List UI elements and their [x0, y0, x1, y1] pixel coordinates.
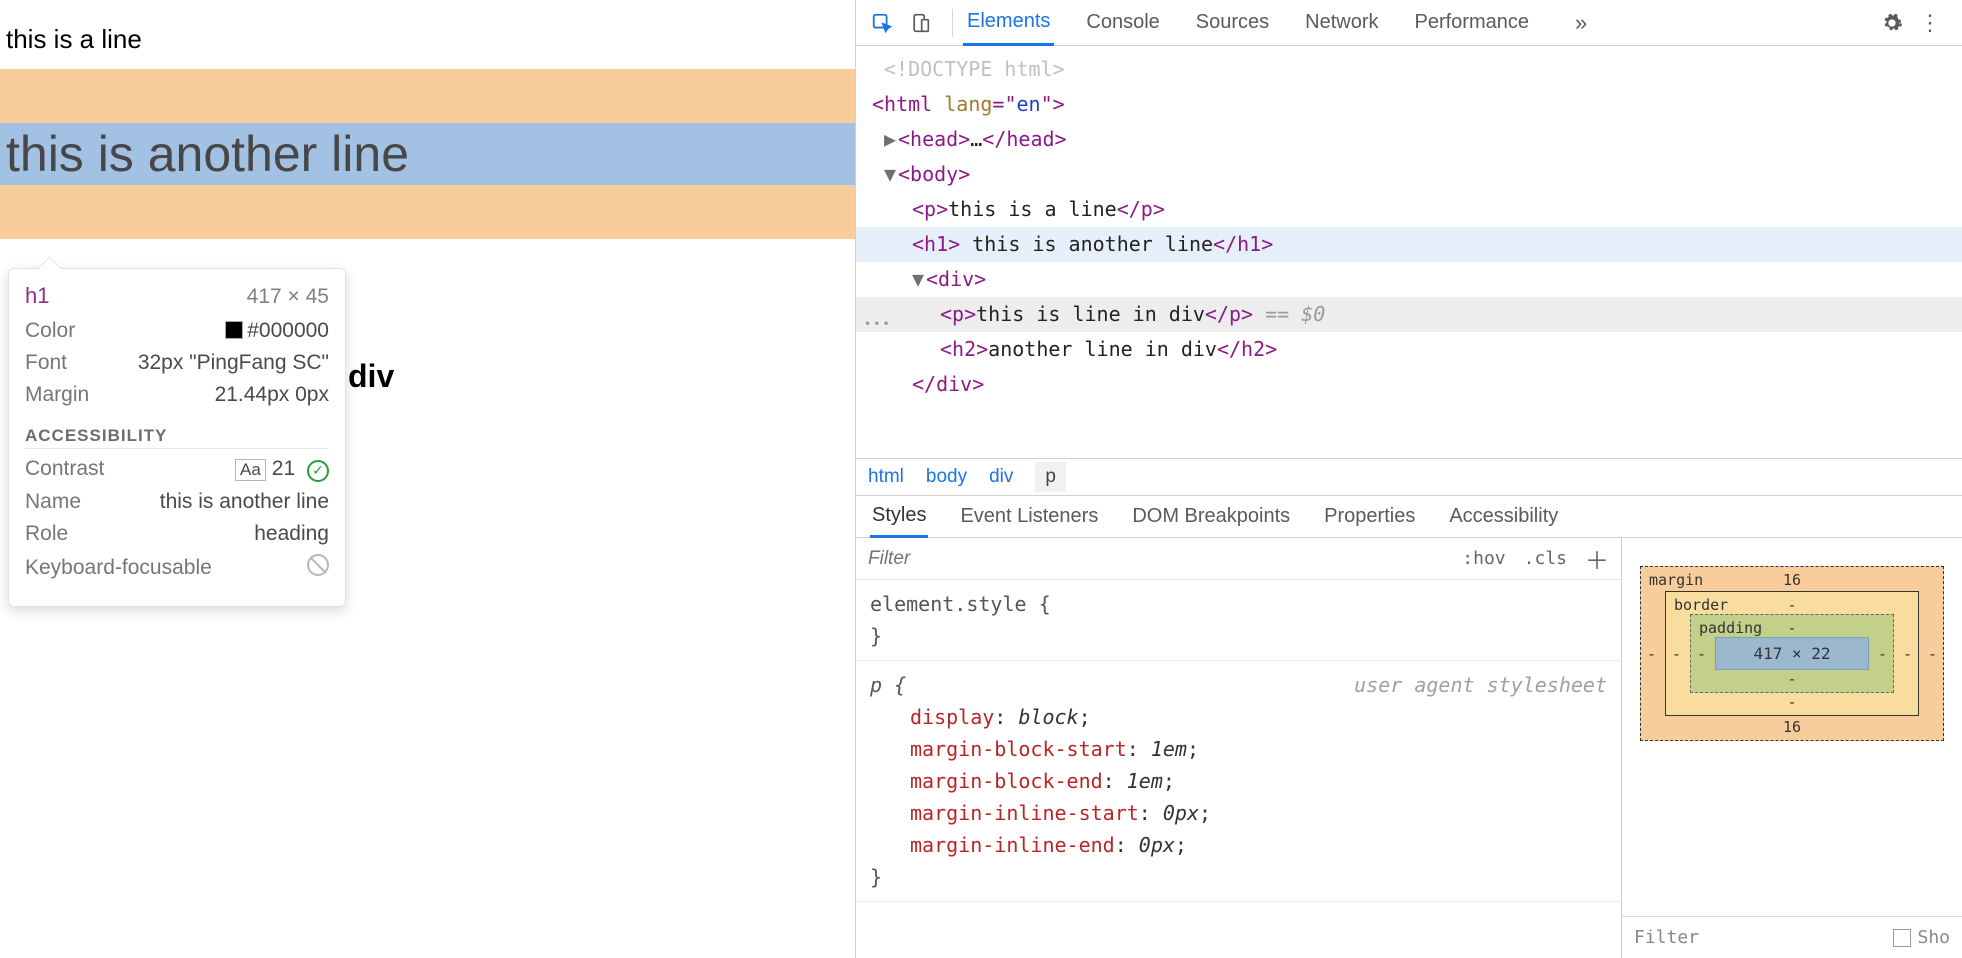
device-toggle-icon[interactable] [904, 7, 936, 39]
element-style-block[interactable]: element.style { } [856, 580, 1621, 661]
a11y-role-label: Role [25, 522, 68, 546]
margin-right-value[interactable]: - [1928, 645, 1937, 663]
box-model-content-size[interactable]: 417 × 22 [1715, 637, 1869, 670]
gear-icon[interactable] [1876, 7, 1908, 39]
paragraph-line-1: this is a line [6, 24, 849, 55]
hov-toggle[interactable]: :hov [1462, 548, 1505, 569]
expand-arrow-icon[interactable]: ▶ [884, 122, 896, 157]
margin-left-value[interactable]: - [1647, 645, 1656, 663]
subtab-dom-breakpoints[interactable]: DOM Breakpoints [1130, 497, 1292, 536]
crumb-body[interactable]: body [926, 466, 967, 488]
cls-toggle[interactable]: .cls [1524, 548, 1567, 569]
crumb-p[interactable]: p [1035, 462, 1066, 492]
tooltip-dimensions: 417 × 45 [247, 285, 329, 309]
elements-tree[interactable]: <!DOCTYPE html> <html lang="en"> ▶<head>… [856, 46, 1962, 458]
tooltip-margin-label: Margin [25, 383, 89, 407]
tabs-overflow-icon[interactable]: » [1575, 10, 1587, 36]
computed-filter-label[interactable]: Filter [1634, 927, 1699, 948]
a11y-kbd-label: Keyboard-focusable [25, 556, 212, 580]
tree-h2-text[interactable]: another line in div [988, 337, 1217, 361]
subtab-event-listeners[interactable]: Event Listeners [958, 497, 1100, 536]
collapse-arrow-icon[interactable]: ▼ [884, 157, 896, 192]
tree-body[interactable]: <body> [898, 162, 970, 186]
tree-doctype[interactable]: <!DOCTYPE html> [884, 57, 1065, 81]
tooltip-a11y-header: ACCESSIBILITY [25, 426, 329, 449]
tooltip-tag-name: h1 [25, 283, 49, 309]
devtools-panel: Elements Console Sources Network Perform… [855, 0, 1962, 958]
new-style-rule-icon[interactable]: ＋ [1585, 541, 1609, 576]
tree-p1-text[interactable]: this is a line [948, 197, 1117, 221]
not-focusable-icon [307, 554, 329, 576]
a11y-name-value: this is another line [160, 490, 329, 514]
subtab-properties[interactable]: Properties [1322, 497, 1417, 536]
box-model-border[interactable]: border - - - - padding - - - - 417 × 22 [1665, 591, 1919, 716]
margin-bottom-value[interactable]: 16 [1783, 718, 1801, 736]
tab-network[interactable]: Network [1301, 1, 1382, 44]
tab-sources[interactable]: Sources [1192, 1, 1273, 44]
subtab-accessibility[interactable]: Accessibility [1447, 497, 1560, 536]
tree-div-close[interactable]: </div> [912, 372, 984, 396]
crumb-html[interactable]: html [868, 466, 904, 488]
tab-elements[interactable]: Elements [963, 0, 1054, 46]
check-icon: ✓ [307, 460, 329, 482]
a11y-role-value: heading [254, 522, 329, 546]
tooltip-color-value: #000000 [225, 319, 329, 343]
subtab-styles[interactable]: Styles [870, 496, 928, 538]
tooltip-font-label: Font [25, 351, 67, 375]
collapse-arrow-icon[interactable]: ▼ [912, 262, 924, 297]
contrast-aa-icon: Aa [235, 459, 266, 481]
styles-panel: :hov .cls ＋ element.style { } user agent… [856, 538, 1622, 958]
inspect-tooltip: h1 417 × 45 Color #000000 Font 32px "Pin… [8, 268, 346, 607]
h2-fragment-behind-tooltip: div [348, 358, 394, 395]
styles-subtabs: Styles Event Listeners DOM Breakpoints P… [856, 496, 1962, 538]
kebab-menu-icon[interactable]: ⋮ [1914, 7, 1946, 39]
show-all-checkbox[interactable] [1893, 929, 1911, 947]
heading-h1: this is another line [6, 125, 849, 183]
box-model-panel: margin 16 16 - - border - - - - padding … [1622, 538, 1962, 958]
box-model-padding[interactable]: padding - - - - 417 × 22 [1690, 614, 1894, 693]
crumb-div[interactable]: div [989, 466, 1013, 488]
inspect-element-icon[interactable] [866, 7, 898, 39]
highlight-margin-overlay: this is another line [0, 69, 855, 239]
tree-selected-p-row[interactable]: <p>this is line in div</p> == $0 [856, 297, 1962, 332]
tooltip-margin-value: 21.44px 0px [215, 383, 329, 407]
highlight-content-overlay: this is another line [0, 123, 855, 185]
rule-origin: user agent stylesheet [1354, 669, 1607, 701]
a11y-contrast-value: Aa21 ✓ [235, 457, 329, 482]
elements-breadcrumb: html body div p [856, 458, 1962, 496]
tree-div[interactable]: <div> [926, 267, 986, 291]
margin-top-value[interactable]: 16 [1783, 571, 1801, 589]
tooltip-font-value: 32px "PingFang SC" [138, 351, 329, 375]
box-model-margin[interactable]: margin 16 16 - - border - - - - padding … [1640, 566, 1944, 741]
tree-head[interactable]: <head> [898, 127, 970, 151]
devtools-toolbar: Elements Console Sources Network Perform… [856, 0, 1962, 46]
tree-html-open[interactable]: <html lang="en"> [872, 92, 1065, 116]
styles-filter-input[interactable] [868, 548, 1444, 570]
tab-performance[interactable]: Performance [1411, 1, 1534, 44]
tree-h1-row[interactable]: <h1> this is another line</h1> [856, 227, 1962, 262]
user-agent-rule-block[interactable]: user agent stylesheet p { display: block… [856, 661, 1621, 902]
a11y-name-label: Name [25, 490, 81, 514]
color-swatch-icon [225, 321, 243, 339]
tooltip-color-label: Color [25, 319, 75, 343]
show-all-label: Sho [1917, 927, 1950, 948]
tab-console[interactable]: Console [1082, 1, 1163, 44]
devtools-tabs: Elements Console Sources Network Perform… [963, 0, 1587, 46]
a11y-contrast-label: Contrast [25, 457, 104, 481]
page-viewport: this is a line this is another line div … [0, 0, 855, 958]
